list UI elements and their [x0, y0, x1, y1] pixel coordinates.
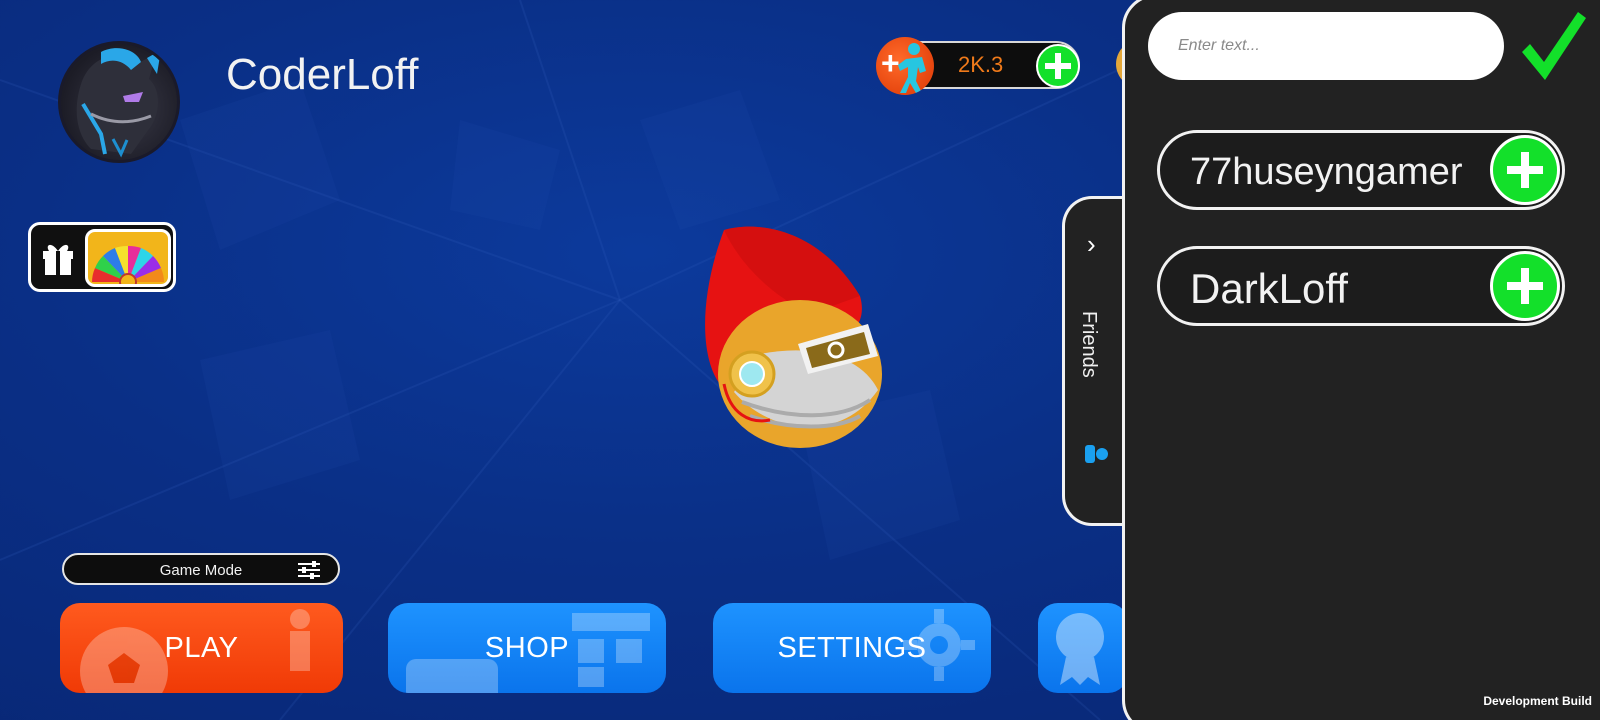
- game-mode-label: Game Mode: [159, 562, 243, 579]
- settings-label: SETTINGS: [777, 631, 927, 664]
- gift-icon[interactable]: [41, 239, 75, 280]
- prize-wheel-button[interactable]: [85, 229, 171, 287]
- rewards-panel: [28, 222, 176, 292]
- add-friend-button[interactable]: [1490, 251, 1560, 321]
- friends-tab-label: Friends: [1078, 311, 1100, 378]
- plus-icon: [1493, 138, 1557, 202]
- dancing-figure-icon: [898, 43, 926, 93]
- shop-button[interactable]: SHOP: [388, 603, 666, 693]
- player-avatar[interactable]: [58, 41, 180, 163]
- settings-button[interactable]: SETTINGS: [713, 603, 991, 693]
- friend-name: 77huseyngamer: [1190, 151, 1463, 193]
- shop-label: SHOP: [484, 631, 570, 664]
- friend-search-input[interactable]: [1148, 12, 1504, 80]
- medal-icon: [1056, 613, 1104, 685]
- plus-icon: [1038, 46, 1078, 86]
- plus-icon: [1493, 254, 1557, 318]
- figure-icon: [290, 609, 310, 671]
- soccer-ball-icon: [80, 627, 168, 693]
- play-label: PLAY: [164, 631, 239, 664]
- dragon-avatar-icon: [76, 48, 161, 158]
- chevron-right-icon[interactable]: ›: [1087, 229, 1096, 260]
- sliders-icon: [298, 561, 320, 584]
- friends-tab[interactable]: › Friends: [1062, 196, 1128, 526]
- friend-row[interactable]: 77huseyngamer: [1157, 130, 1565, 210]
- checkmark-icon[interactable]: [1518, 10, 1588, 87]
- prize-wheel-icon: [92, 245, 164, 284]
- development-build-label: Development Build: [1483, 694, 1592, 708]
- friends-panel: [1122, 0, 1600, 720]
- person-icon: [1085, 445, 1109, 468]
- add-friend-button[interactable]: [1490, 135, 1560, 205]
- achievements-button[interactable]: [1038, 603, 1128, 693]
- store-icon: [572, 613, 650, 687]
- player-name: CoderLoff: [226, 50, 419, 99]
- player-character[interactable]: [700, 224, 900, 456]
- currency-amount: 2K.3: [958, 52, 1004, 77]
- add-currency-button[interactable]: [1036, 44, 1080, 88]
- game-mode-selector[interactable]: Game Mode: [62, 553, 340, 585]
- friend-name: DarkLoff: [1190, 265, 1348, 312]
- play-button[interactable]: PLAY: [60, 603, 343, 693]
- friend-row[interactable]: DarkLoff: [1157, 246, 1565, 326]
- buy-currency-button[interactable]: +: [876, 37, 934, 95]
